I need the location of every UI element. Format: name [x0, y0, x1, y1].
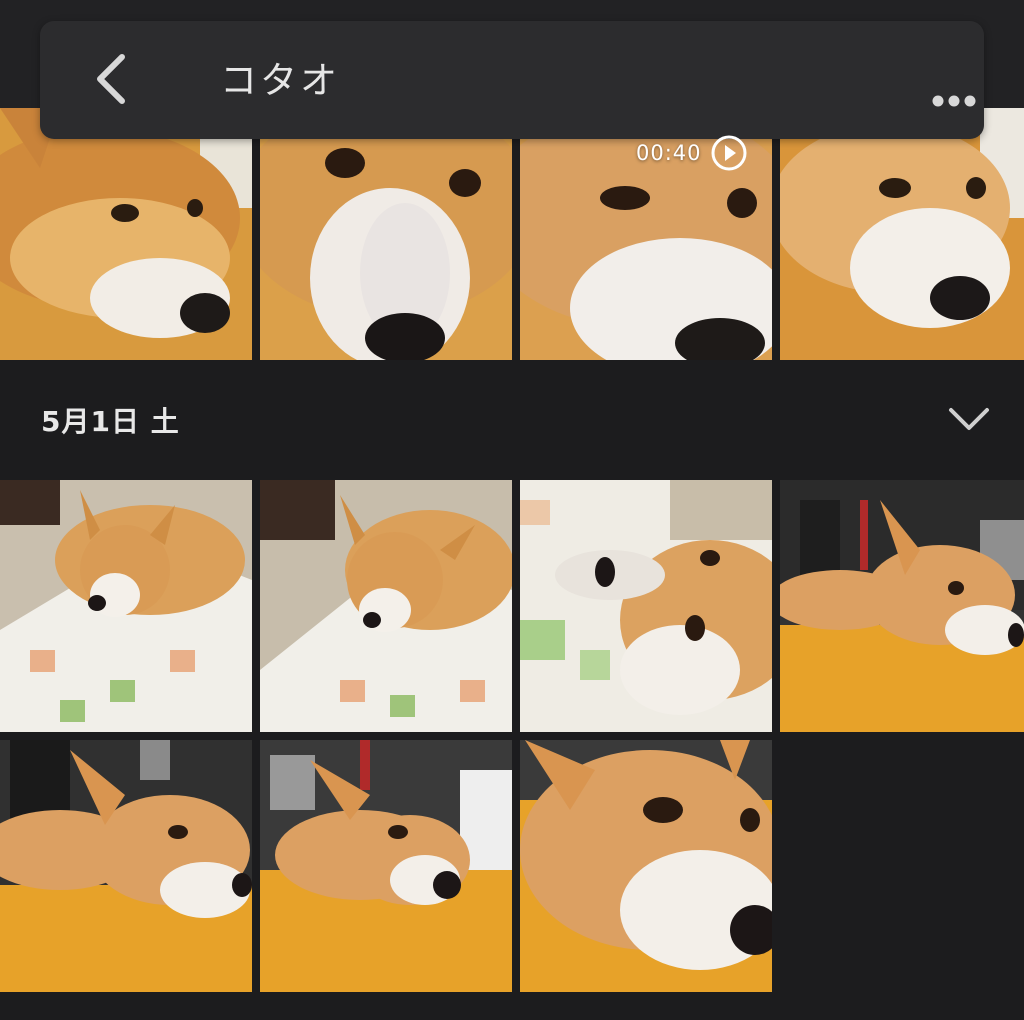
- play-circle-icon: [710, 134, 748, 172]
- photo-thumbnail[interactable]: [260, 740, 512, 992]
- back-button[interactable]: [88, 51, 138, 107]
- collapse-button[interactable]: [944, 400, 994, 440]
- photo-thumbnail[interactable]: [260, 480, 512, 732]
- top-app-bar: コタオ: [40, 21, 984, 139]
- section-date-label: 5月1日 土: [41, 405, 180, 438]
- chevron-down-icon: [949, 408, 989, 430]
- album-title: コタオ: [220, 59, 340, 102]
- more-button[interactable]: [928, 81, 980, 121]
- photo-thumbnail[interactable]: [0, 740, 252, 992]
- photo-thumbnail[interactable]: [0, 480, 252, 732]
- photo-thumbnail[interactable]: [520, 480, 772, 732]
- photo-thumbnail[interactable]: [260, 108, 512, 360]
- photo-thumbnail[interactable]: [520, 740, 772, 992]
- more-dots-icon: [932, 95, 976, 107]
- date-section-header[interactable]: 5月1日 土: [0, 362, 1024, 478]
- photo-album-screen: 00:40 コタオ 5月1日 土: [0, 0, 1024, 1020]
- photo-thumbnail[interactable]: [780, 108, 1024, 360]
- video-duration: 00:40: [636, 141, 702, 165]
- photo-thumbnail[interactable]: [780, 480, 1024, 732]
- chevron-left-icon: [97, 54, 125, 104]
- photo-thumbnail[interactable]: [0, 108, 252, 360]
